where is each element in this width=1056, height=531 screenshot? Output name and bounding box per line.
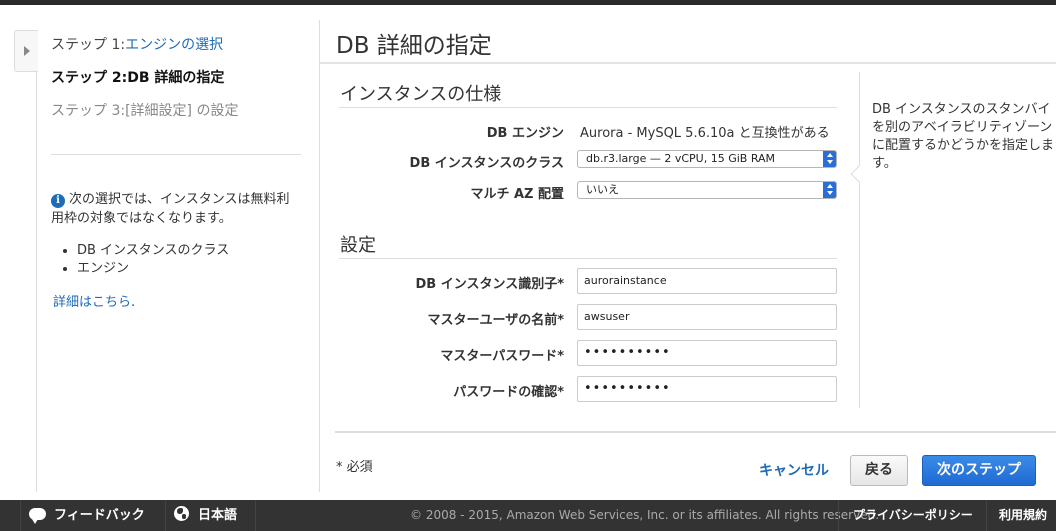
info-icon: i — [51, 194, 65, 208]
password-input[interactable]: •••••••••• — [577, 340, 837, 366]
instance-spec-divider — [339, 107, 837, 108]
actions-divider — [335, 431, 1056, 433]
instance-class-value: db.r3.large — 2 vCPU, 15 GiB RAM — [586, 152, 776, 165]
engine-label: DB エンジン — [486, 126, 564, 141]
more-info-suffix: . — [131, 295, 136, 310]
select-arrows-icon — [823, 151, 836, 167]
multi-az-select[interactable]: いいえ — [577, 181, 837, 199]
notice-item-class: DB インスタンスのクラス — [77, 242, 301, 260]
globe-icon — [174, 506, 189, 521]
select-arrows-icon — [823, 182, 836, 198]
identifier-input[interactable]: aurorainstance — [577, 268, 837, 294]
settings-divider — [339, 258, 837, 259]
chat-icon — [29, 508, 46, 524]
console-footer: フィードバック 日本語 © 2008 - 2015, Amazon Web Se… — [0, 500, 1056, 531]
next-step-button[interactable]: 次のステップ — [922, 455, 1036, 486]
step-2-current: ステップ 2:DB 詳細の指定 — [51, 70, 225, 86]
instance-spec-heading: インスタンスの仕様 — [340, 84, 502, 105]
multi-az-label: マルチ AZ 配置 — [470, 187, 564, 202]
cancel-link[interactable]: キャンセル — [759, 460, 829, 480]
notice-list: DB インスタンスのクラス エンジン — [51, 242, 301, 278]
step-3: ステップ 3:[詳細設定] の設定 — [51, 103, 239, 119]
more-info-link[interactable]: 詳細はこちら — [53, 295, 131, 310]
privacy-policy-link[interactable]: プライバシーポリシー — [838, 500, 986, 531]
help-line: を別のアベイラビリティゾーン — [872, 120, 1053, 135]
language-label: 日本語 — [198, 508, 238, 523]
language-selector[interactable]: 日本語 — [166, 500, 256, 531]
confirm-password-input[interactable]: •••••••••• — [577, 376, 837, 402]
sidebar-divider — [51, 154, 301, 155]
identifier-label: DB インスタンス識別子* — [415, 277, 564, 292]
sidebar-toggle[interactable] — [14, 30, 38, 72]
page-title: DB 詳細の指定 — [336, 33, 492, 59]
confirm-password-label: パスワードの確認* — [453, 385, 564, 400]
free-tier-notice: i次の選択では、インスタンスは無料利用枠の対象ではなくなります。 DB インスタ… — [51, 190, 301, 278]
help-panel-pointer — [850, 165, 868, 183]
username-input[interactable]: awsuser — [577, 304, 837, 330]
feedback-button[interactable]: フィードバック — [20, 500, 166, 531]
back-button[interactable]: 戻る — [850, 455, 908, 486]
notice-item-engine: エンジン — [77, 260, 301, 278]
step-1: ステップ 1:エンジンの選択 — [51, 34, 223, 54]
engine-value: Aurora - MySQL 5.6.10a と互換性がある — [580, 126, 830, 141]
top-bar — [0, 0, 1056, 5]
help-line: に配置するかどうかを指定しま — [872, 138, 1055, 153]
password-label: マスターパスワード* — [440, 349, 564, 364]
help-panel-border — [859, 72, 860, 408]
free-tier-notice-text: 次の選択では、インスタンスは無料利用枠の対象ではなくなります。 — [51, 192, 290, 226]
step-1-prefix: ステップ 1: — [51, 37, 126, 53]
title-divider — [320, 62, 1056, 64]
feedback-label: フィードバック — [54, 508, 145, 523]
instance-class-select[interactable]: db.r3.large — 2 vCPU, 15 GiB RAM — [577, 150, 837, 168]
settings-heading: 設定 — [340, 235, 376, 256]
step-1-link[interactable]: エンジンの選択 — [125, 37, 223, 53]
multi-az-value: いいえ — [586, 183, 619, 196]
instance-class-label: DB インスタンスのクラス — [409, 156, 564, 171]
more-info-link-wrap: 詳細はこちら. — [53, 291, 135, 310]
wizard-sidebar: ステップ 1:エンジンの選択 ステップ 2:DB 詳細の指定 ステップ 3:[詳… — [37, 20, 320, 492]
chevron-right-icon — [24, 46, 30, 56]
help-line: す。 — [872, 156, 897, 171]
username-label: マスターユーザの名前* — [427, 313, 564, 328]
help-line: DB インスタンスのスタンバイ — [872, 102, 1051, 117]
terms-of-use-link[interactable]: 利用規約 — [986, 500, 1056, 531]
required-note: * 必須 — [336, 460, 373, 475]
help-panel-text: DB インスタンスのスタンバイ を別のアベイラビリティゾーン に配置するかどうか… — [872, 101, 1056, 173]
copyright-text: © 2008 - 2015, Amazon Web Services, Inc.… — [410, 508, 880, 522]
